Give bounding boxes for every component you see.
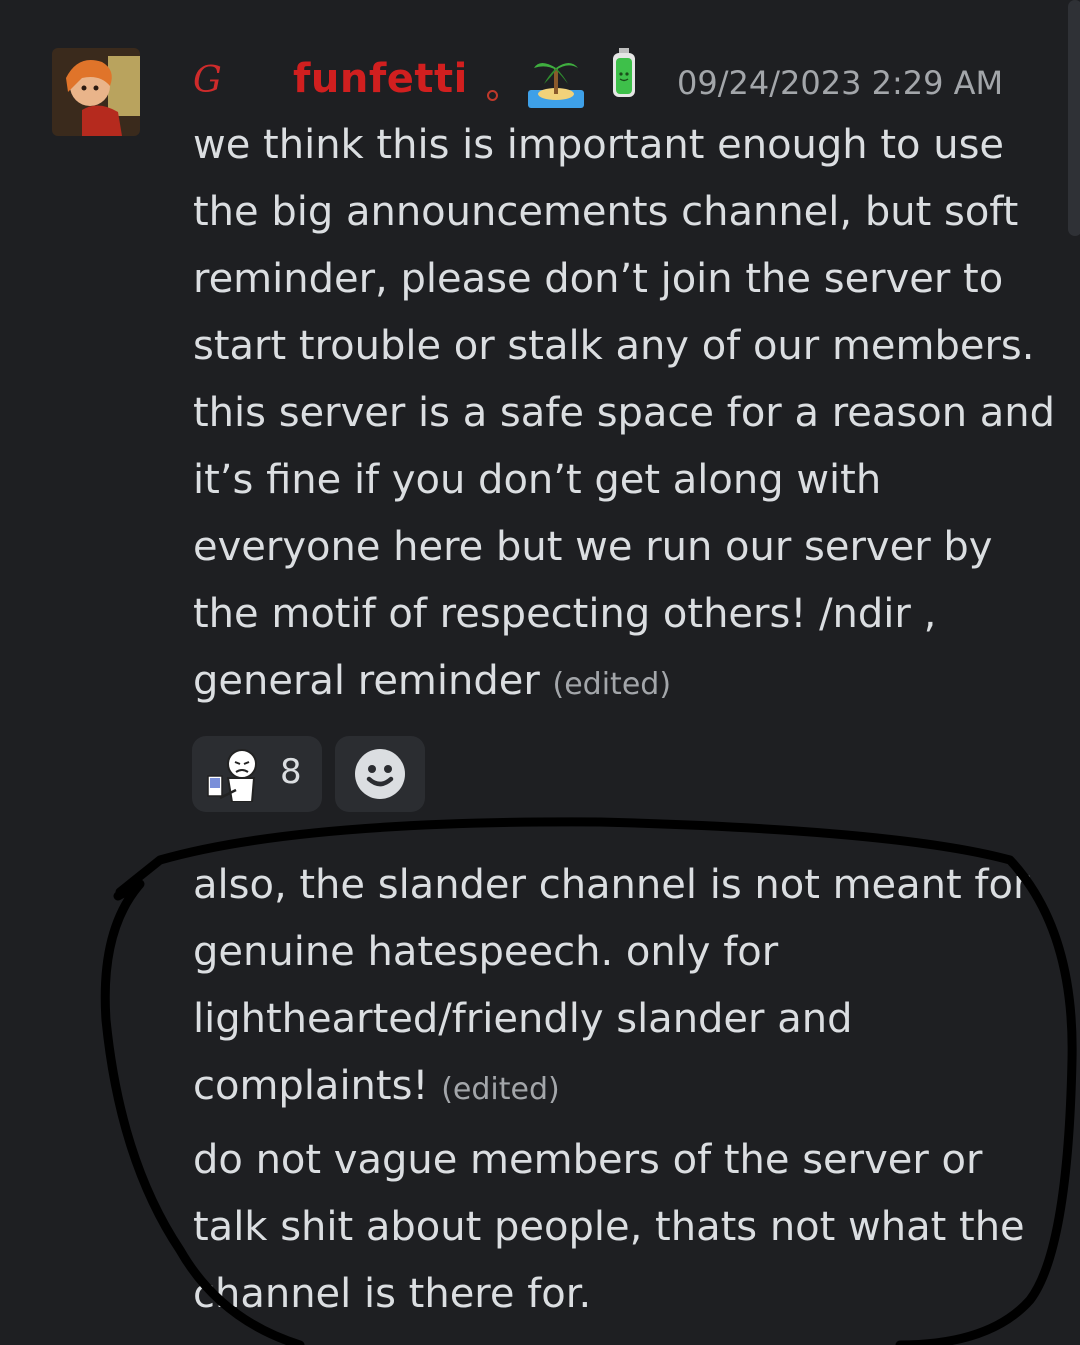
role-icon: G bbox=[193, 60, 222, 101]
add-reaction-button[interactable] bbox=[335, 736, 425, 812]
island-icon bbox=[528, 63, 584, 108]
message-timestamp: 09/24/2023 2:29 AM bbox=[677, 64, 1004, 102]
followup-message: do not vague members of the server or ta… bbox=[193, 1127, 1063, 1328]
user-avatar[interactable] bbox=[52, 48, 140, 136]
message-header: G funfetti 09/24/2023 2:29 AM bbox=[193, 48, 1053, 114]
status-dot-icon bbox=[487, 90, 498, 101]
reaction-button[interactable]: 8 bbox=[192, 736, 322, 812]
username[interactable]: funfetti bbox=[293, 56, 468, 102]
message-body: we think this is important enough to use… bbox=[193, 112, 1063, 718]
smile-icon bbox=[355, 749, 405, 799]
scrollbar[interactable] bbox=[1068, 0, 1080, 236]
followup-message: also, the slander channel is not meant f… bbox=[193, 852, 1063, 1123]
message-text: we think this is important enough to use… bbox=[193, 122, 1056, 704]
edited-label: (edited) bbox=[552, 667, 672, 702]
edited-label: (edited) bbox=[441, 1072, 560, 1107]
followup-text: do not vague members of the server or ta… bbox=[193, 1137, 1025, 1317]
reaction-count: 8 bbox=[280, 752, 302, 792]
followup-text: also, the slander channel is not meant f… bbox=[193, 862, 1030, 1109]
sad-computer-emoji-icon bbox=[207, 749, 257, 802]
battery-icon bbox=[613, 48, 635, 97]
